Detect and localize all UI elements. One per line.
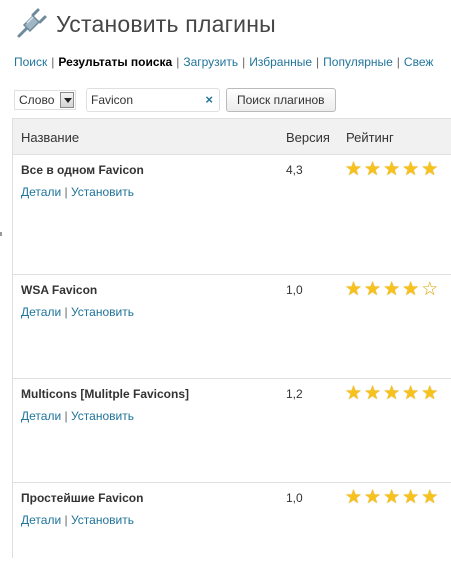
- subnav-popular[interactable]: Популярные: [323, 55, 393, 69]
- subnav-upload[interactable]: Загрузить: [183, 55, 238, 69]
- star-filled-icon: ★: [364, 487, 382, 508]
- subnav-search-results[interactable]: Результаты поиска: [58, 55, 172, 69]
- plugin-version: 4,3: [286, 163, 303, 177]
- plugin-name: Простейшие Favicon: [21, 491, 144, 505]
- star-filled-icon: ★: [383, 279, 401, 300]
- star-filled-icon: ★: [402, 487, 420, 508]
- rating-stars: ★ ★ ★ ★ ★: [345, 488, 440, 508]
- details-link[interactable]: Детали: [21, 185, 61, 199]
- star-filled-icon: ★: [383, 487, 401, 508]
- subnav-newest[interactable]: Свеж: [404, 55, 433, 69]
- search-plugins-button[interactable]: Поиск плагинов: [226, 88, 336, 112]
- table-row: WSA Favicon Детали | Установить 1,0 ★ ★ ★ ★…: [13, 275, 451, 379]
- star-filled-icon: ★: [345, 487, 363, 508]
- star-filled-icon: ★: [421, 159, 439, 180]
- star-filled-icon: ★: [364, 383, 382, 404]
- clear-search-icon[interactable]: ×: [205, 89, 213, 111]
- plugin-name: Multicons [Mulitple Favicons]: [21, 387, 190, 401]
- link-separator: |: [64, 513, 68, 527]
- column-header-name[interactable]: Название: [21, 130, 79, 145]
- column-header-version[interactable]: Версия: [286, 130, 330, 145]
- table-row: Простейшие Favicon Детали | Установить 1…: [13, 483, 451, 587]
- plug-icon: [17, 8, 47, 38]
- rating-stars: ★ ★ ★ ★ ☆: [345, 280, 440, 300]
- star-filled-icon: ★: [345, 279, 363, 300]
- search-input[interactable]: Favicon ×: [86, 88, 220, 112]
- details-link[interactable]: Детали: [21, 409, 61, 423]
- column-header-rating[interactable]: Рейтинг: [346, 130, 394, 145]
- link-separator: |: [64, 185, 68, 199]
- rating-stars: ★ ★ ★ ★ ★: [345, 384, 440, 404]
- install-link[interactable]: Установить: [71, 409, 134, 423]
- subnav-separator: |: [242, 55, 246, 69]
- star-filled-icon: ★: [345, 383, 363, 404]
- subnav-separator: |: [51, 55, 55, 69]
- subnav-featured[interactable]: Избранные: [249, 55, 312, 69]
- subnav-search[interactable]: Поиск: [14, 55, 47, 69]
- subnav-separator: |: [316, 55, 320, 69]
- star-filled-icon: ★: [364, 279, 382, 300]
- search-type-select[interactable]: Слово: [14, 90, 76, 110]
- star-filled-icon: ★: [364, 159, 382, 180]
- details-link[interactable]: Детали: [21, 513, 61, 527]
- plugin-version: 1,0: [286, 491, 303, 505]
- plugin-version: 1,0: [286, 283, 303, 297]
- rating-stars: ★ ★ ★ ★ ★: [345, 160, 440, 180]
- plugin-name: Все в одном Favicon: [21, 163, 144, 177]
- page-header: Установить плагины: [14, 6, 276, 42]
- star-filled-icon: ★: [402, 279, 420, 300]
- table-header: Название Версия Рейтинг: [13, 119, 451, 155]
- page-title: Установить плагины: [56, 10, 276, 37]
- search-form: Слово Favicon × Поиск плагинов: [14, 88, 336, 112]
- star-filled-icon: ★: [421, 383, 439, 404]
- plugins-table: Название Версия Рейтинг Все в одном Favi…: [12, 118, 451, 558]
- subsubsub-nav: Поиск | Результаты поиска | Загрузить | Избран…: [14, 55, 433, 69]
- chevron-down-icon[interactable]: [60, 92, 74, 108]
- star-filled-icon: ★: [402, 383, 420, 404]
- star-filled-icon: ★: [402, 159, 420, 180]
- plugin-version: 1,2: [286, 387, 303, 401]
- subnav-separator: |: [396, 55, 400, 69]
- table-row: Все в одном Favicon Детали | Установить …: [13, 155, 451, 275]
- search-input-value: Favicon: [91, 93, 134, 107]
- install-link[interactable]: Установить: [71, 305, 134, 319]
- subnav-separator: |: [176, 55, 180, 69]
- edge-marker: [0, 232, 2, 236]
- row-actions: Детали | Установить: [21, 409, 134, 423]
- star-empty-icon: ☆: [421, 279, 439, 300]
- row-actions: Детали | Установить: [21, 513, 134, 527]
- row-actions: Детали | Установить: [21, 185, 134, 199]
- plugin-name: WSA Favicon: [21, 283, 98, 297]
- star-filled-icon: ★: [383, 383, 401, 404]
- install-link[interactable]: Установить: [71, 185, 134, 199]
- details-link[interactable]: Детали: [21, 305, 61, 319]
- link-separator: |: [64, 305, 68, 319]
- star-filled-icon: ★: [421, 487, 439, 508]
- link-separator: |: [64, 409, 68, 423]
- install-link[interactable]: Установить: [71, 513, 134, 527]
- star-filled-icon: ★: [345, 159, 363, 180]
- row-actions: Детали | Установить: [21, 305, 134, 319]
- table-row: Multicons [Mulitple Favicons] Детали | У…: [13, 379, 451, 483]
- star-filled-icon: ★: [383, 159, 401, 180]
- search-type-value: Слово: [19, 93, 55, 107]
